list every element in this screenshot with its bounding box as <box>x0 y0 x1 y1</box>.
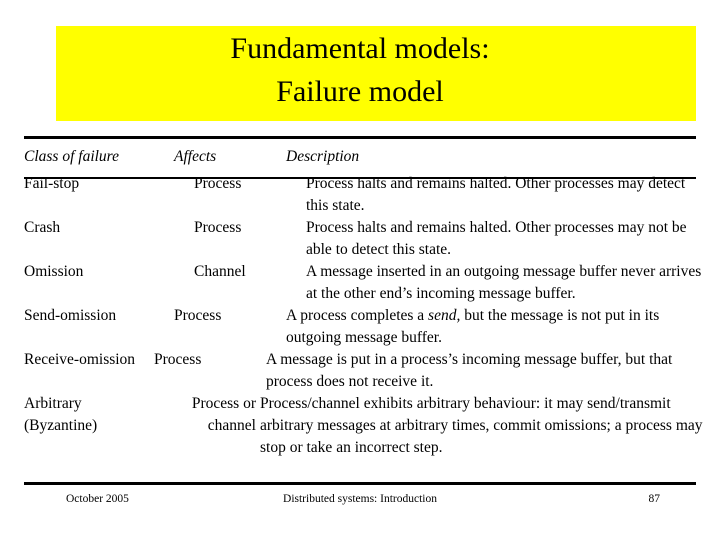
table-row: Arbitrary (Byzantine) Process or channel… <box>24 393 704 459</box>
cell-class: Crash <box>24 219 61 236</box>
cell-affects-line-2: channel <box>207 417 256 434</box>
desc-emphasis: send, <box>428 307 461 324</box>
cell-affects-line-1: Process or <box>191 395 256 412</box>
cell-description: Process/channel exhibits arbitrary behav… <box>260 395 703 456</box>
cell-affects: Process <box>174 307 222 324</box>
footer-page-number: 87 <box>648 493 661 505</box>
title-line-1: Fundamental models: <box>230 32 490 65</box>
table-row: Fail-stop Process Process halts and rema… <box>24 173 704 217</box>
cell-class-line-1: Arbitrary <box>24 395 82 412</box>
table-header-row: Class of failure Affects Description <box>24 146 704 173</box>
desc-pre: A process completes a <box>286 307 429 324</box>
cell-class: Send-omission <box>24 307 117 324</box>
cell-description: A message inserted in an outgoing messag… <box>306 263 702 302</box>
cell-affects: Process <box>154 351 202 368</box>
cell-description: Process halts and remains halted. Other … <box>306 219 687 258</box>
table-row: Send-omission Process A process complete… <box>24 305 704 349</box>
cell-affects: Process <box>194 219 242 236</box>
cell-class-line-2: (Byzantine) <box>24 417 98 434</box>
page-title: Fundamental models: Failure model <box>56 28 664 113</box>
divider-top <box>24 136 696 139</box>
cell-description: Process halts and remains halted. Other … <box>306 175 686 214</box>
cell-class: Fail-stop <box>24 175 80 192</box>
header-affects: Affects <box>174 148 217 165</box>
table-row: Omission Channel A message inserted in a… <box>24 261 704 305</box>
cell-description: A process completes a send, but the mess… <box>278 305 704 349</box>
table-row: Crash Process Process halts and remains … <box>24 217 704 261</box>
title-line-2: Failure model <box>276 74 444 108</box>
cell-description: A message is put in a process’s incoming… <box>266 351 673 390</box>
cell-affects: Process or channel <box>152 393 256 437</box>
header-description: Description <box>286 148 360 165</box>
failure-model-table: Class of failure Affects Description Fai… <box>24 146 704 459</box>
cell-class: Arbitrary (Byzantine) <box>24 393 152 437</box>
slide: Fundamental models: Failure model Class … <box>0 0 720 540</box>
cell-class: Omission <box>24 263 84 280</box>
footer-title: Distributed systems: Introduction <box>283 493 437 505</box>
cell-affects: Channel <box>194 263 246 280</box>
divider-bottom <box>24 482 696 485</box>
table-row: Receive-omission Process A message is pu… <box>24 349 704 393</box>
cell-class: Receive-omission <box>24 351 136 368</box>
header-class-of-failure: Class of failure <box>24 148 120 165</box>
cell-affects: Process <box>194 175 242 192</box>
